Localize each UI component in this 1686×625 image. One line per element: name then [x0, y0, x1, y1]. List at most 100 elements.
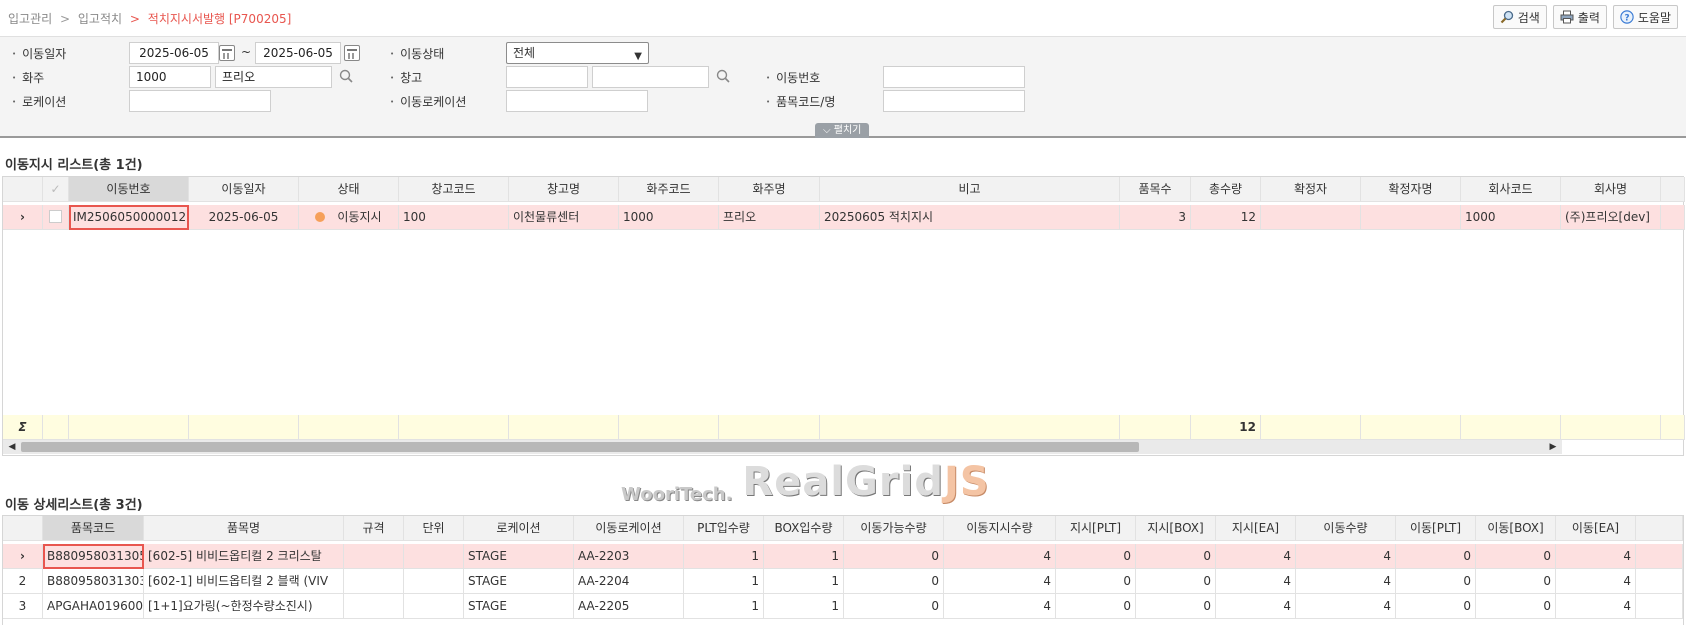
cell-move-date[interactable]: 2025-06-05: [189, 205, 299, 230]
print-button[interactable]: 출력: [1552, 5, 1607, 29]
row-checkbox[interactable]: [43, 205, 69, 230]
breadcrumb-item[interactable]: 입고관리: [8, 12, 52, 26]
cell-move-no[interactable]: IM2506050000012: [69, 205, 189, 230]
column-header[interactable]: 지시[BOX]: [1136, 516, 1216, 541]
cell-inst-box[interactable]: 0: [1136, 594, 1216, 619]
column-header[interactable]: 비고: [820, 177, 1120, 202]
cell-box-qty[interactable]: 1: [764, 544, 844, 569]
cell-item-count[interactable]: 3: [1120, 205, 1191, 230]
scroll-left-icon[interactable]: ◀: [5, 440, 19, 454]
cell-move-box[interactable]: 0: [1476, 569, 1556, 594]
column-header[interactable]: 화주명: [719, 177, 820, 202]
cell-wh-name[interactable]: 이천물류센터: [509, 205, 619, 230]
cell-instruction-qty[interactable]: 4: [944, 594, 1056, 619]
column-header[interactable]: 지시[PLT]: [1056, 516, 1136, 541]
warehouse-name-input[interactable]: [592, 66, 709, 88]
magnifier-icon[interactable]: [715, 68, 733, 86]
cell-item-name[interactable]: [1+1]요가링(~한정수량소진시): [144, 594, 344, 619]
column-header[interactable]: 품목명: [144, 516, 344, 541]
cell-company-name[interactable]: (주)프리오[dev]: [1561, 205, 1661, 230]
cell-move-ea[interactable]: 4: [1556, 544, 1636, 569]
cell-confirmer-name[interactable]: [1361, 205, 1461, 230]
cell-item-code[interactable]: B880958031305: [43, 544, 144, 569]
column-header[interactable]: 상태: [299, 177, 399, 202]
cell-available-qty[interactable]: 0: [844, 544, 944, 569]
column-header[interactable]: 총수량: [1191, 177, 1261, 202]
cell-inst-box[interactable]: 0: [1136, 569, 1216, 594]
cell-inst-box[interactable]: 0: [1136, 544, 1216, 569]
column-header[interactable]: 회사코드: [1461, 177, 1561, 202]
column-header[interactable]: 회사명: [1561, 177, 1661, 202]
cell-move-location[interactable]: AA-2205: [574, 594, 684, 619]
cell-location[interactable]: STAGE: [464, 569, 574, 594]
cell-inst-ea[interactable]: 4: [1216, 594, 1296, 619]
cell-moved-qty[interactable]: 4: [1296, 544, 1396, 569]
cell-inst-ea[interactable]: 4: [1216, 569, 1296, 594]
owner-name-input[interactable]: 프리오: [215, 66, 332, 88]
cell-unit[interactable]: [404, 569, 464, 594]
cell-available-qty[interactable]: 0: [844, 594, 944, 619]
cell-inst-plt[interactable]: 0: [1056, 569, 1136, 594]
breadcrumb-item[interactable]: 입고적치: [78, 12, 122, 26]
column-header[interactable]: 화주코드: [619, 177, 719, 202]
move-status-select[interactable]: 전체 ▼: [506, 42, 649, 64]
horizontal-scrollbar[interactable]: ◀ ▶: [3, 440, 1562, 454]
search-button[interactable]: 검색: [1492, 5, 1547, 29]
column-header[interactable]: 규격: [344, 516, 404, 541]
owner-code-input[interactable]: 1000: [129, 66, 211, 88]
calendar-icon[interactable]: [344, 45, 360, 61]
cell-available-qty[interactable]: 0: [844, 569, 944, 594]
cell-item-code[interactable]: B880958031303: [43, 569, 144, 594]
cell-box-qty[interactable]: 1: [764, 594, 844, 619]
column-header[interactable]: 이동수량: [1296, 516, 1396, 541]
magnifier-icon[interactable]: [338, 68, 356, 86]
column-header[interactable]: 품목수: [1120, 177, 1191, 202]
column-header[interactable]: 로케이션: [464, 516, 574, 541]
table-row[interactable]: 3 APGAHA019600 [1+1]요가링(~한정수량소진시) STAGE …: [3, 594, 1683, 619]
column-header[interactable]: 이동[PLT]: [1396, 516, 1476, 541]
cell-box-qty[interactable]: 1: [764, 569, 844, 594]
cell-spec[interactable]: [344, 569, 404, 594]
cell-move-ea[interactable]: 4: [1556, 594, 1636, 619]
table-row[interactable]: › IM2506050000012 2025-06-05 이동지시 100 이천…: [3, 205, 1685, 230]
cell-owner-code[interactable]: 1000: [619, 205, 719, 230]
column-header[interactable]: 창고코드: [399, 177, 509, 202]
cell-company-code[interactable]: 1000: [1461, 205, 1561, 230]
column-header[interactable]: 지시[EA]: [1216, 516, 1296, 541]
cell-spec[interactable]: [344, 544, 404, 569]
cell-location[interactable]: STAGE: [464, 594, 574, 619]
column-header[interactable]: 단위: [404, 516, 464, 541]
cell-unit[interactable]: [404, 594, 464, 619]
column-header[interactable]: 이동[BOX]: [1476, 516, 1556, 541]
table-row[interactable]: 2 B880958031303 [602-1] 비비드옵티컬 2 블랙 (VIV…: [3, 569, 1683, 594]
cell-status[interactable]: 이동지시: [299, 205, 399, 230]
column-header[interactable]: 이동번호: [69, 177, 189, 202]
cell-inst-ea[interactable]: 4: [1216, 544, 1296, 569]
cell-move-ea[interactable]: 4: [1556, 569, 1636, 594]
move-date-to-input[interactable]: 2025-06-05: [255, 42, 341, 64]
cell-moved-qty[interactable]: 4: [1296, 569, 1396, 594]
column-header[interactable]: 이동지시수량: [944, 516, 1056, 541]
location-input[interactable]: [129, 90, 271, 112]
cell-move-box[interactable]: 0: [1476, 594, 1556, 619]
scroll-right-icon[interactable]: ▶: [1546, 440, 1560, 454]
cell-move-location[interactable]: AA-2203: [574, 544, 684, 569]
warehouse-code-input[interactable]: [506, 66, 588, 88]
cell-plt-qty[interactable]: 1: [684, 594, 764, 619]
cell-instruction-qty[interactable]: 4: [944, 569, 1056, 594]
cell-unit[interactable]: [404, 544, 464, 569]
move-no-input[interactable]: [883, 66, 1025, 88]
column-header[interactable]: 품목코드: [43, 516, 144, 541]
cell-item-code[interactable]: APGAHA019600: [43, 594, 144, 619]
cell-plt-qty[interactable]: 1: [684, 569, 764, 594]
column-header[interactable]: PLT입수량: [684, 516, 764, 541]
column-header[interactable]: 확정자명: [1361, 177, 1461, 202]
cell-item-name[interactable]: [602-5] 비비드옵티컬 2 크리스탈: [144, 544, 344, 569]
move-location-input[interactable]: [506, 90, 648, 112]
cell-moved-qty[interactable]: 4: [1296, 594, 1396, 619]
cell-instruction-qty[interactable]: 4: [944, 544, 1056, 569]
column-header[interactable]: 이동일자: [189, 177, 299, 202]
cell-owner-name[interactable]: 프리오: [719, 205, 820, 230]
scrollbar-thumb[interactable]: [21, 442, 1139, 452]
cell-location[interactable]: STAGE: [464, 544, 574, 569]
